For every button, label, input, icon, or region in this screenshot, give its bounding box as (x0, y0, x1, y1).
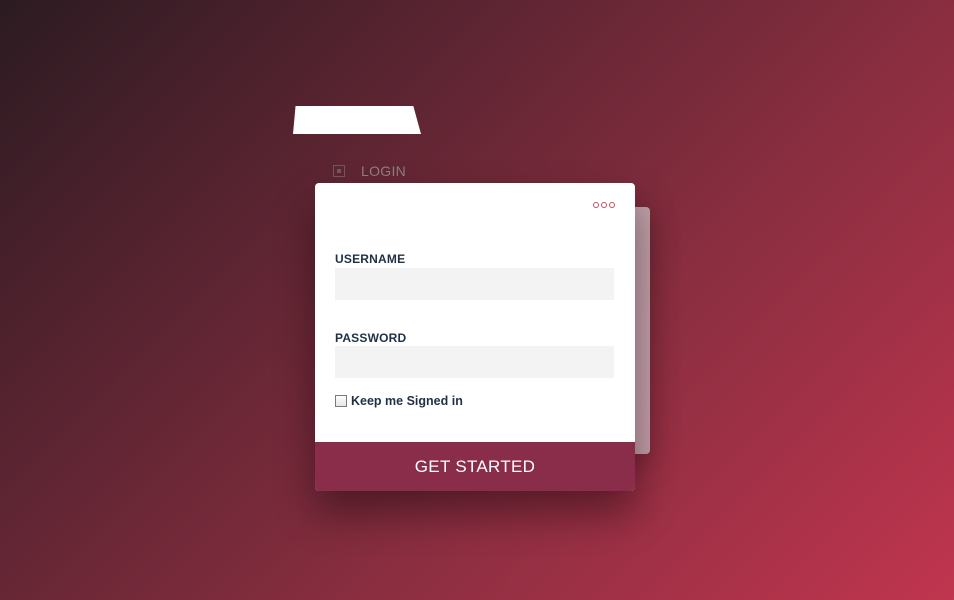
remember-checkbox[interactable] (335, 395, 347, 407)
remember-me-row[interactable]: Keep me Signed in (335, 394, 463, 408)
username-label: USERNAME (335, 252, 406, 266)
login-square-icon (333, 165, 345, 177)
top-tab-shape[interactable] (293, 106, 421, 134)
dot-icon (593, 202, 599, 208)
remember-label: Keep me Signed in (351, 394, 463, 408)
login-form-card: USERNAME PASSWORD Keep me Signed in GET … (315, 183, 635, 491)
login-tab-label: LOGIN (361, 163, 407, 179)
more-dots-icon[interactable] (593, 202, 615, 208)
password-label: PASSWORD (335, 331, 407, 345)
login-tab[interactable]: LOGIN (333, 162, 406, 180)
password-input[interactable] (335, 346, 614, 378)
username-input[interactable] (335, 268, 614, 300)
dot-icon (609, 202, 615, 208)
get-started-button[interactable]: GET STARTED (315, 442, 635, 491)
dot-icon (601, 202, 607, 208)
